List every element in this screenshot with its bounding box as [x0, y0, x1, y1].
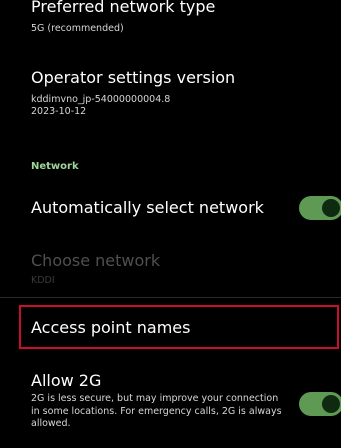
operator-settings-version-line2: 2023-10-12	[31, 106, 87, 117]
toggle-knob	[322, 199, 340, 217]
preferred-network-type-value: 5G (recommended)	[31, 23, 124, 34]
preferred-network-type-item[interactable]: Preferred network type 5G (recommended)	[0, 0, 341, 48]
mobile-network-settings-screen: Preferred network type 5G (recommended) …	[0, 0, 341, 448]
choose-network-title: Choose network	[31, 251, 161, 270]
operator-settings-version-item: Operator settings version kddimvno_jp-54…	[0, 60, 341, 126]
choose-network-item: Choose network KDDI	[0, 245, 341, 291]
preferred-network-type-title: Preferred network type	[31, 0, 216, 16]
divider	[0, 297, 341, 298]
auto-select-network-item[interactable]: Automatically select network	[0, 186, 341, 230]
choose-network-value: KDDI	[31, 275, 55, 286]
toggle-knob	[322, 395, 340, 413]
operator-settings-version-title: Operator settings version	[31, 68, 236, 87]
allow-2g-title: Allow 2G	[31, 371, 102, 390]
auto-select-network-title: Automatically select network	[31, 198, 264, 217]
highlight-box	[19, 305, 339, 349]
operator-settings-version-line1: kddimvno_jp-54000000004.8	[31, 94, 171, 105]
auto-select-network-toggle[interactable]	[299, 196, 341, 220]
allow-2g-description: 2G is less secure, but may improve your …	[31, 393, 282, 429]
network-section-header: Network	[31, 161, 79, 172]
allow-2g-toggle[interactable]	[299, 392, 341, 416]
